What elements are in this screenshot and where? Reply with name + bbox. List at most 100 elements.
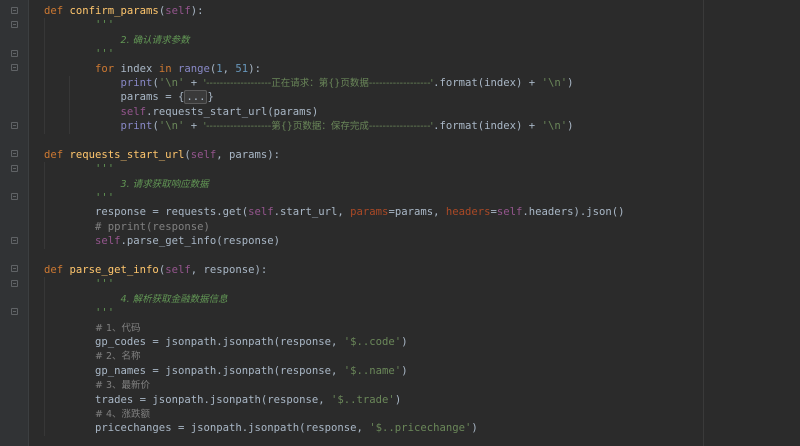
fold-marker-icon[interactable] [11,122,18,129]
identifier: gp_names = jsonpath.jsonpath(response, [95,364,344,377]
identifier: .requests_start_url(params) [146,105,319,118]
indent-guide [44,378,45,393]
fold-marker-icon[interactable] [11,150,18,157]
code-line[interactable]: # 1、代码 [44,320,800,335]
string: '$..trade' [331,393,395,406]
fold-marker-icon[interactable] [11,193,18,200]
code-line[interactable]: print('\n' + '-------------------正在请求：第{… [44,75,800,91]
keyword-argument: headers [445,206,491,219]
identifier: .format(index) + [433,120,542,133]
string: '\n' [158,120,185,133]
identifier: .parse_get_info(response) [120,235,280,248]
indent-guide [44,234,45,249]
code-line[interactable]: # 4、涨跌额 [44,406,800,422]
comment: # 2、名称 [95,351,141,363]
fold-marker-icon[interactable] [11,50,18,57]
code-line[interactable]: ''' [44,277,800,292]
vertical-scrollbar[interactable] [792,0,800,446]
builtin: range [177,62,210,75]
indent-guide [69,104,70,120]
fold-marker-icon[interactable] [11,21,18,28]
identifier: .headers).json() [522,206,625,219]
string: '$..name' [343,364,402,377]
self-keyword: self [165,5,191,17]
keyword: def [44,148,70,161]
comment: # 3、最新价 [95,380,151,392]
indent-guide [44,191,45,206]
editor-gutter[interactable] [0,0,29,446]
code-line[interactable]: self.parse_get_info(response) [44,234,800,249]
indent-guide [44,205,45,220]
code-line[interactable]: params = {...} [44,90,800,105]
self-keyword: self [120,105,147,118]
docstring: 2. 确认请求参数 [120,34,190,46]
code-editor[interactable]: def confirm_params(self): ''' 2. 确认请求参数 … [0,0,800,446]
code-line[interactable]: def parse_get_info(self, response): [44,263,800,277]
punctuation: ): [190,5,204,17]
folded-region[interactable]: ... [184,90,208,105]
code-line[interactable]: 2. 确认请求参数 [44,32,800,48]
docstring: ''' [95,163,115,176]
code-line[interactable]: # 3、最新价 [44,378,800,393]
string: '\n' [158,76,185,89]
fold-marker-icon[interactable] [11,265,18,272]
code-line[interactable]: print('\n' + '-------------------第{}页数据：… [44,119,800,134]
fold-marker-icon[interactable] [11,64,18,71]
string: '$..pricechange' [369,422,472,435]
indent-guide [44,421,45,436]
fold-marker-icon[interactable] [11,237,18,244]
indent-guide [69,119,70,134]
keyword-argument: params [350,206,389,219]
code-line[interactable]: ''' [44,191,800,206]
indent-guide [44,306,45,321]
code-line[interactable]: def confirm_params(self): [44,4,800,18]
code-line[interactable]: # pprint(response) [44,219,800,235]
code-line[interactable]: trades = jsonpath.jsonpath(response, '$.… [44,392,800,407]
code-line[interactable]: response = requests.get(self.start_url, … [44,205,800,220]
fold-marker-icon[interactable] [11,7,18,14]
keyword: in [158,62,172,75]
docstring: ''' [95,192,115,205]
code-line[interactable]: gp_names = jsonpath.jsonpath(response, '… [44,363,800,379]
code-lines[interactable]: def confirm_params(self): ''' 2. 确认请求参数 … [44,4,800,436]
code-line[interactable] [44,249,800,263]
self-keyword: self [248,206,274,219]
fold-marker-icon[interactable] [11,308,18,315]
fold-marker-icon[interactable] [11,165,18,172]
identifier: pricechanges = jsonpath.jsonpath(respons… [95,422,370,435]
indent-guide [44,406,45,422]
code-line[interactable]: pricechanges = jsonpath.jsonpath(respons… [44,421,800,436]
code-line[interactable]: ''' [44,47,800,62]
code-line[interactable]: gp_codes = jsonpath.jsonpath(response, '… [44,334,800,350]
identifier: trades = jsonpath.jsonpath(response, [95,393,332,406]
builtin: print [120,120,153,133]
docstring: 4. 解析获取金融数据信息 [120,293,228,305]
code-line[interactable]: for index in range(1, 51): [44,61,800,76]
code-line[interactable]: # 2、名称 [44,349,800,364]
indent-guide [44,119,45,134]
code-line[interactable]: 4. 解析获取金融数据信息 [44,291,800,307]
docstring: ''' [95,48,115,61]
punctuation: ) [401,364,408,377]
fold-marker-icon[interactable] [11,280,18,287]
code-line[interactable]: ''' [44,162,800,177]
code-line[interactable] [44,134,800,148]
keyword: for [95,62,115,75]
function-name: requests_start_url [69,148,185,161]
punctuation: ) [394,393,402,406]
code-line[interactable]: 3. 请求获取响应数据 [44,176,800,192]
self-keyword: self [165,264,191,277]
keyword: def [44,264,70,277]
identifier: gp_codes = jsonpath.jsonpath(response, [95,335,344,348]
indent-guide [44,392,45,407]
indent-guide [69,75,70,91]
punctuation: ) [567,120,574,133]
punctuation: ): [248,62,261,75]
comment: # pprint(response) [95,220,210,233]
code-line[interactable]: ''' [44,306,800,321]
function-name: confirm_params [69,5,159,17]
code-line[interactable]: ''' [44,18,800,33]
code-line[interactable]: def requests_start_url(self, params): [44,148,800,162]
indent-guide [44,61,45,76]
code-line[interactable]: self.requests_start_url(params) [44,104,800,120]
